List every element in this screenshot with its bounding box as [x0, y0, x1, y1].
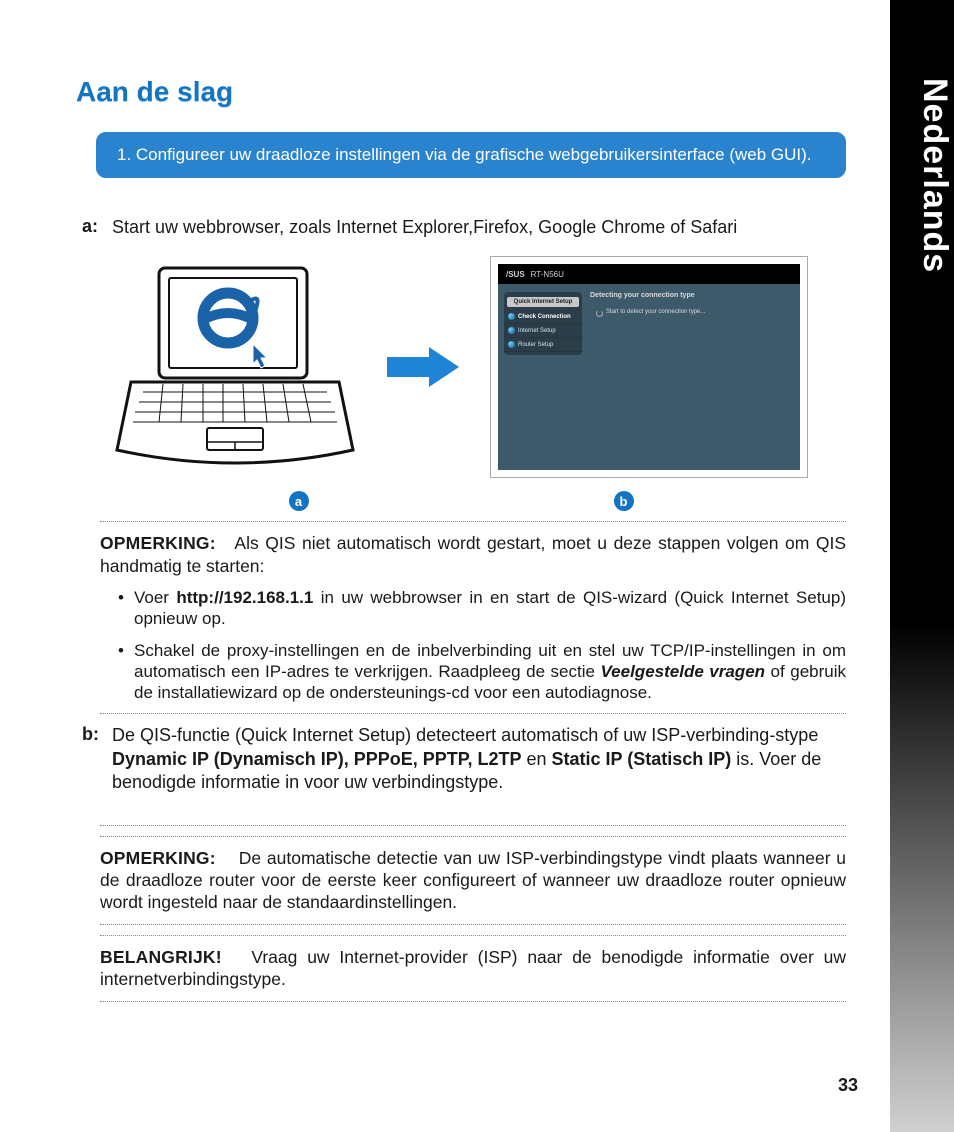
- note-3-label: BELANGRIJK!: [100, 947, 222, 967]
- note-2: OPMERKING: De automatische detectie van …: [100, 847, 846, 914]
- router-titlebar: /SUS RT-N56U: [498, 264, 800, 284]
- page-heading: Aan de slag: [76, 76, 846, 108]
- badge-b: b: [614, 491, 634, 511]
- arrow-right-icon: [385, 345, 461, 389]
- note-1: OPMERKING: Als QIS niet automatisch word…: [100, 532, 846, 703]
- router-sidebar-label: Router Setup: [518, 342, 553, 348]
- divider: [100, 1001, 846, 1002]
- divider: [100, 836, 846, 837]
- router-sidebar-item-router: Router Setup: [504, 338, 582, 352]
- divider: [100, 924, 846, 925]
- step-b-text: De QIS-functie (Quick Internet Setup) de…: [112, 724, 846, 794]
- note-1-bullets: Voer http://192.168.1.1 in uw webbrowser…: [118, 587, 846, 703]
- step-b-bold2: Static IP (Statisch IP): [552, 749, 732, 769]
- bullet-1-bold: http://192.168.1.1: [176, 588, 313, 607]
- router-main-status: Start to detect your connection type...: [606, 309, 794, 315]
- step-a-row: a: Start uw webbrowser, zoals Internet E…: [82, 216, 846, 239]
- router-model: RT-N56U: [531, 270, 564, 279]
- bullet-2-em: Veelgestelde vragen: [600, 662, 765, 681]
- dot-icon: [508, 327, 515, 334]
- divider: [100, 521, 846, 522]
- bullet-1: Voer http://192.168.1.1 in uw webbrowser…: [118, 587, 846, 630]
- illustration-row: /SUS RT-N56U Quick Internet Setup Check …: [76, 257, 846, 477]
- dot-icon: [508, 341, 515, 348]
- divider: [100, 825, 846, 826]
- divider: [100, 935, 846, 936]
- divider: [100, 713, 846, 714]
- step-b-label: b:: [82, 724, 104, 745]
- dot-icon: [508, 313, 515, 320]
- router-gui-screenshot: /SUS RT-N56U Quick Internet Setup Check …: [491, 257, 807, 477]
- router-sidebar-label: Internet Setup: [518, 328, 556, 334]
- step-b-row: b: De QIS-functie (Quick Internet Setup)…: [82, 724, 846, 794]
- bullet-1-pre: Voer: [134, 588, 176, 607]
- step-b-mid: en: [521, 749, 551, 769]
- router-sidebar-label: Check Connection: [518, 314, 571, 320]
- router-sidebar-title: Quick Internet Setup: [507, 297, 579, 307]
- page-number: 33: [838, 1075, 858, 1096]
- bullet-2: Schakel de proxy-instellingen en de inbe…: [118, 640, 846, 704]
- step-1-callout: 1. Configureer uw draadloze instellingen…: [96, 132, 846, 178]
- laptop-illustration: [115, 262, 355, 472]
- badge-a: a: [289, 491, 309, 511]
- router-main-panel: Detecting your connection type Start to …: [590, 292, 794, 315]
- step-b-bold1: Dynamic IP (Dynamisch IP), PPPoE, PPTP, …: [112, 749, 521, 769]
- router-sidebar: Quick Internet Setup Check Connection In…: [504, 292, 582, 355]
- router-sidebar-item-check: Check Connection: [504, 310, 582, 324]
- router-brand: /SUS: [506, 270, 525, 279]
- step-b-pre: De QIS-functie (Quick Internet Setup) de…: [112, 725, 818, 745]
- note-3: BELANGRIJK! Vraag uw Internet-provider (…: [100, 946, 846, 991]
- note-2-label: OPMERKING:: [100, 848, 216, 868]
- router-sidebar-item-internet: Internet Setup: [504, 324, 582, 338]
- router-main-title: Detecting your connection type: [590, 292, 794, 299]
- step-a-label: a:: [82, 216, 104, 237]
- badge-row: a b: [136, 491, 786, 511]
- note-1-label: OPMERKING:: [100, 533, 216, 553]
- step-a-text: Start uw webbrowser, zoals Internet Expl…: [112, 216, 737, 239]
- step-1-text: 1. Configureer uw draadloze instellingen…: [117, 145, 812, 164]
